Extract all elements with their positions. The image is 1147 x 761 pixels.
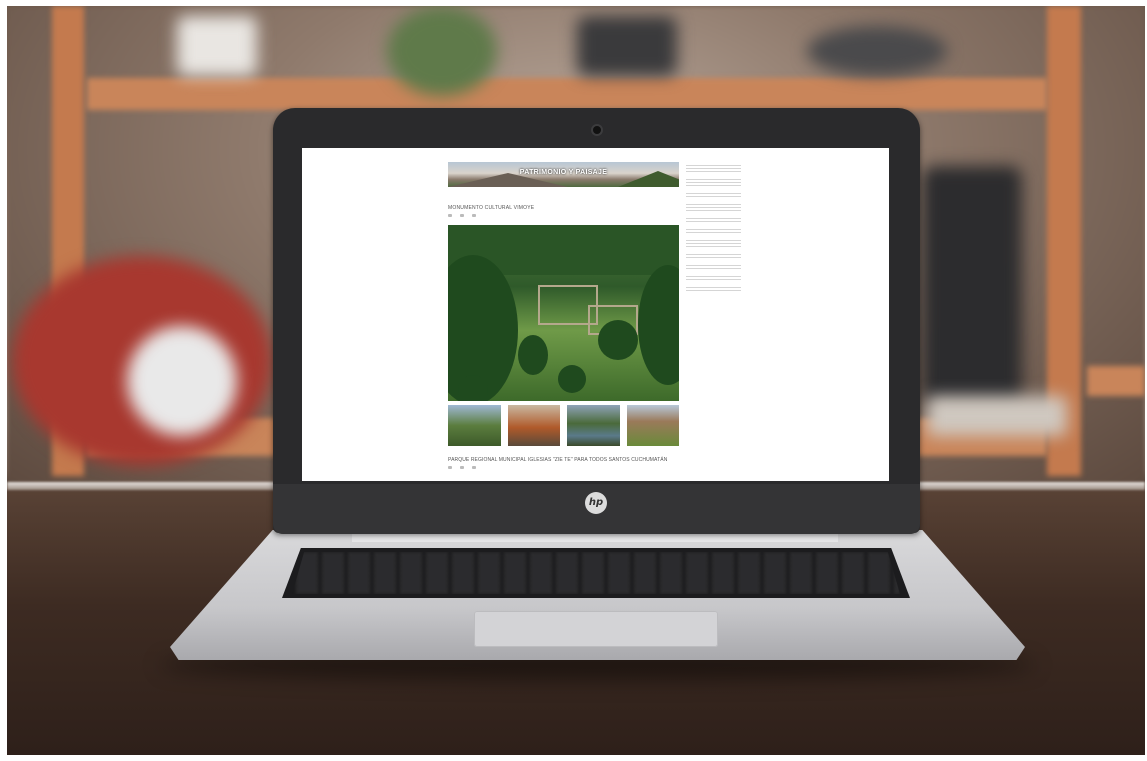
- post-title-2[interactable]: PARQUE REGIONAL MUNICIPAL IGLESIAS "ZIE …: [448, 457, 667, 463]
- post-meta-1: [448, 214, 478, 217]
- sidebar-link[interactable]: [686, 265, 741, 271]
- meta-item[interactable]: [472, 214, 478, 217]
- tree: [518, 335, 548, 375]
- blog-title[interactable]: PATRIMONIO Y PAISAJE: [448, 169, 679, 176]
- thumbnail-2[interactable]: [507, 405, 560, 446]
- camera-lens-object: [127, 326, 237, 436]
- dark-object-right: [922, 166, 1022, 406]
- sidebar-link[interactable]: [686, 179, 741, 188]
- tree: [558, 365, 586, 393]
- sidebar-link[interactable]: [686, 165, 741, 174]
- meta-icon: [460, 214, 464, 217]
- meta-icon: [448, 214, 452, 217]
- meta-item[interactable]: [472, 466, 478, 469]
- meta-item[interactable]: [460, 214, 466, 217]
- main-post-photo[interactable]: [448, 225, 679, 401]
- sidebar-link[interactable]: [686, 204, 741, 213]
- tree-cluster-right: [638, 265, 679, 385]
- tree: [598, 320, 638, 360]
- plant-object: [387, 6, 497, 96]
- blog-header-banner[interactable]: PATRIMONIO Y PAISAJE: [448, 162, 679, 187]
- sidebar-link[interactable]: [686, 287, 741, 293]
- sidebar-link[interactable]: [686, 193, 741, 199]
- tray-object: [927, 396, 1067, 436]
- shelf-board-side: [1087, 366, 1145, 396]
- meta-item[interactable]: [460, 466, 466, 469]
- thumbnail-1[interactable]: [448, 405, 501, 446]
- sidebar-link[interactable]: [686, 229, 741, 235]
- post-title-1[interactable]: MONUMENTO CULTURAL VIMOYE: [448, 205, 534, 211]
- shelf-board-top: [87, 78, 1047, 110]
- laptop-screen: PATRIMONIO Y PAISAJE MONUMENTO CULTURAL …: [302, 148, 889, 481]
- laptop-trackpad: [474, 611, 718, 647]
- meta-item[interactable]: [448, 466, 454, 469]
- meta-icon: [472, 466, 476, 469]
- meta-icon: [460, 466, 464, 469]
- sidebar-link[interactable]: [686, 254, 741, 260]
- sidebar-link[interactable]: [686, 276, 741, 282]
- books-object: [807, 26, 947, 76]
- thumbnail-3[interactable]: [567, 405, 620, 446]
- speaker-object: [577, 16, 677, 76]
- meta-icon: [448, 466, 452, 469]
- post-meta-2: [448, 466, 478, 469]
- thumbnail-gallery: [448, 405, 679, 446]
- keyboard-keys: [292, 552, 900, 594]
- sidebar-link[interactable]: [686, 218, 741, 224]
- cup-object: [177, 16, 257, 76]
- meta-item[interactable]: [448, 214, 454, 217]
- meta-icon: [472, 214, 476, 217]
- tree: [458, 375, 488, 401]
- webcam-icon: [593, 126, 601, 134]
- sidebar-link[interactable]: [686, 240, 741, 249]
- hp-logo: hp: [585, 492, 607, 514]
- thumbnail-4[interactable]: [626, 405, 679, 446]
- sidebar: [686, 161, 741, 298]
